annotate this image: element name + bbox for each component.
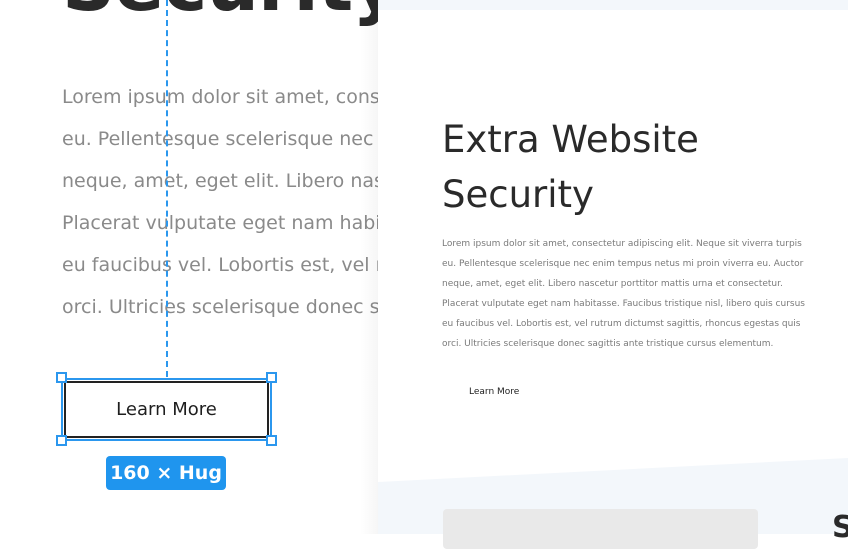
preview-title-line: Security <box>442 173 594 216</box>
preview-body-text: Lorem ipsum dolor sit amet, consectetur … <box>442 234 827 354</box>
resize-handle-bottom-left[interactable] <box>56 435 67 446</box>
canvas-body-line: eu faucibus vel. Lobortis est, vel rutru… <box>62 254 378 276</box>
canvas-body-line: Placerat vulputate eget nam habitasse. <box>62 212 378 234</box>
preview-next-heading: S <box>832 510 848 545</box>
canvas-body-line: Lorem ipsum dolor sit amet, consectetur <box>62 86 378 108</box>
preview-body-line: eu faucibus vel. Lobortis est, vel rutru… <box>442 319 801 329</box>
preview-body-line: neque, amet, eget elit. Libero nascetur … <box>442 279 783 289</box>
canvas-heading: Security <box>62 0 378 28</box>
canvas-body-line: orci. Ultricies scelerisque donec sagitt… <box>62 296 378 318</box>
spacing-guide-line <box>166 0 168 377</box>
preview-top-section <box>378 0 848 10</box>
canvas-body-line: neque, amet, eget elit. Libero nascetur <box>62 170 378 192</box>
preview-title-line: Extra Website <box>442 118 699 161</box>
preview-learn-more-link[interactable]: Learn More <box>469 387 519 397</box>
learn-more-button[interactable]: Learn More <box>64 381 269 438</box>
preview-body-line: Lorem ipsum dolor sit amet, consectetur … <box>442 239 802 249</box>
resize-handle-top-right[interactable] <box>266 372 277 383</box>
preview-body-line: Placerat vulputate eget nam habitasse. F… <box>442 299 805 309</box>
resize-handle-bottom-right[interactable] <box>266 435 277 446</box>
preview-body-line: orci. Ultricies scelerisque donec sagitt… <box>442 339 774 349</box>
canvas-body-line: eu. Pellentesque scelerisque nec enim <box>62 128 378 150</box>
preview-image-placeholder <box>443 509 758 549</box>
resize-handle-top-left[interactable] <box>56 372 67 383</box>
preview-title: Extra Website Security <box>442 112 699 222</box>
design-canvas[interactable]: Security Lorem ipsum dolor sit amet, con… <box>0 0 378 534</box>
canvas-body-text: Lorem ipsum dolor sit amet, consectetur … <box>62 76 378 328</box>
preview-body-line: eu. Pellentesque scelerisque nec enim te… <box>442 259 804 269</box>
page-preview[interactable]: Extra Website Security Lorem ipsum dolor… <box>378 0 848 534</box>
size-badge: 160 × Hug <box>106 456 226 490</box>
